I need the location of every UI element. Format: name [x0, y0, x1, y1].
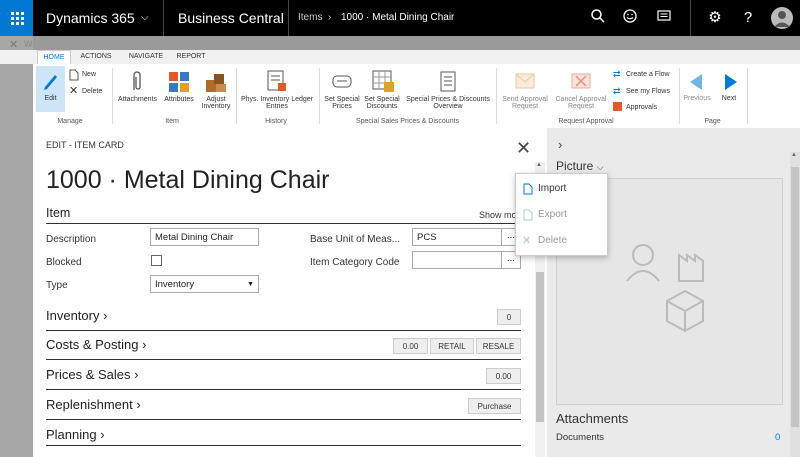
- factbox-collapse-chevron-icon[interactable]: ›: [558, 137, 562, 152]
- attachments-factbox-title: Attachments: [556, 411, 629, 426]
- picture-actions-menu: Import Export ✕ Delete: [515, 173, 608, 256]
- breadcrumb-items[interactable]: Items: [298, 0, 322, 36]
- picture-placeholder-icon: [626, 244, 704, 333]
- search-icon[interactable]: [588, 8, 608, 28]
- phys-inventory-ledger-entries-button[interactable]: Phys. Inventory Ledger Entries: [238, 70, 316, 110]
- send-approval-request-button[interactable]: Send Approval Request: [499, 70, 551, 110]
- smiley-feedback-icon[interactable]: [620, 8, 640, 28]
- export-icon: [523, 209, 533, 221]
- delete-button[interactable]: ✕ Delete: [69, 85, 107, 98]
- unit-price-cue[interactable]: 0.00: [486, 368, 521, 384]
- app-name[interactable]: Business Central: [178, 0, 284, 36]
- page-title: 1000 · Metal Dining Chair: [46, 166, 330, 194]
- group-manage-label: Manage: [57, 118, 83, 125]
- help-icon[interactable]: ?: [738, 8, 758, 28]
- flow-icon: ⇄: [613, 69, 621, 79]
- fasttab-costs-posting[interactable]: Costs & Posting ›: [46, 337, 146, 352]
- group-request-approval-label: Request Approval: [558, 118, 614, 125]
- menu-item-delete[interactable]: ✕ Delete: [516, 228, 607, 254]
- breadcrumb-current: 1000 · Metal Dining Chair: [341, 12, 455, 23]
- fasttab-inventory[interactable]: Inventory ›: [46, 308, 107, 323]
- picture-header[interactable]: Picture ⌵: [556, 159, 604, 173]
- fasttab-planning[interactable]: Planning ›: [46, 427, 105, 442]
- fasttab-prices-sales[interactable]: Prices & Sales ›: [46, 367, 139, 382]
- close-icon[interactable]: ✕: [516, 138, 531, 159]
- edit-button[interactable]: Edit: [36, 66, 65, 112]
- blocked-checkbox[interactable]: [151, 255, 162, 266]
- page-mode-label: EDIT - ITEM CARD: [46, 140, 124, 150]
- tab-navigate[interactable]: NAVIGATE: [124, 50, 168, 64]
- chevron-down-icon[interactable]: ⌵: [141, 0, 149, 36]
- documents-label: Documents: [556, 432, 605, 443]
- item-category-code-label: Item Category Code: [310, 257, 400, 268]
- top-bar: Dynamics 365 ⌵ Business Central Items › …: [0, 0, 800, 36]
- base-unit-of-measure-label: Base Unit of Meas...: [310, 234, 401, 245]
- description-label: Description: [46, 234, 97, 245]
- description-field[interactable]: Metal Dining Chair: [150, 228, 259, 246]
- documents-count[interactable]: 0: [775, 432, 780, 443]
- set-special-discounts-button[interactable]: Set Special Discounts: [362, 70, 402, 110]
- show-more-link[interactable]: Show more: [479, 210, 516, 220]
- app-launcher-icon[interactable]: [0, 0, 33, 36]
- set-special-prices-button[interactable]: Set Special Prices: [322, 70, 362, 110]
- adjust-inventory-button[interactable]: Adjust Inventory: [198, 70, 234, 110]
- unit-cost-cue[interactable]: 0.00: [393, 338, 428, 354]
- menu-item-import[interactable]: Import: [516, 176, 607, 202]
- delete-icon: ✕: [522, 235, 532, 247]
- gear-icon[interactable]: ⚙: [705, 8, 725, 28]
- special-prices-discounts-overview-button[interactable]: Special Prices & Discounts Overview: [403, 70, 493, 110]
- product-name[interactable]: Dynamics 365: [46, 0, 135, 36]
- inventory-posting-group-cue[interactable]: RESALE: [476, 338, 521, 354]
- create-a-flow-button[interactable]: ⇄ Create a Flow: [613, 69, 678, 80]
- type-select[interactable]: Inventory ▼: [150, 275, 259, 293]
- avatar[interactable]: [771, 7, 793, 29]
- chat-icon[interactable]: [654, 8, 674, 28]
- factbox-scrollbar-thumb[interactable]: [791, 167, 799, 427]
- section-item-header[interactable]: Item: [46, 206, 70, 220]
- approvals-button[interactable]: Approvals: [613, 102, 678, 113]
- section-divider: [46, 223, 516, 224]
- background-page-strip: ✕ W: [0, 36, 33, 457]
- import-icon: [523, 183, 533, 195]
- breadcrumb-separator-icon: ›: [328, 12, 332, 23]
- factbox-scrollbar[interactable]: ▲: [790, 152, 800, 457]
- type-label: Type: [46, 280, 68, 291]
- group-item-label: Item: [165, 118, 179, 125]
- blocked-label: Blocked: [46, 257, 82, 268]
- type-select-value: Inventory: [155, 279, 195, 290]
- attributes-button[interactable]: Attributes: [161, 70, 197, 110]
- card-scrollbar-thumb[interactable]: [536, 272, 544, 422]
- item-category-code-field[interactable]: [412, 251, 502, 269]
- new-button[interactable]: New: [69, 69, 101, 81]
- group-special-label: Special Sales Prices & Discounts: [355, 118, 460, 125]
- ribbon-tab-row: [0, 50, 800, 64]
- flow-list-icon: ⇄: [613, 86, 621, 96]
- tab-report[interactable]: REPORT: [174, 50, 208, 64]
- inventory-cue[interactable]: 0: [497, 309, 521, 325]
- group-history-label: History: [265, 118, 287, 125]
- approvals-icon: [613, 102, 622, 111]
- tab-home[interactable]: HOME: [37, 50, 71, 65]
- see-my-flows-button[interactable]: ⇄ See my Flows: [613, 86, 678, 97]
- gen-prod-posting-group-cue[interactable]: RETAIL: [430, 338, 474, 354]
- menu-item-export[interactable]: Export: [516, 202, 607, 228]
- tab-actions[interactable]: ACTIONS: [75, 50, 117, 64]
- dropdown-arrow-icon: ▼: [247, 281, 254, 288]
- next-button[interactable]: Next: [715, 70, 743, 110]
- delete-icon: ✕: [69, 85, 79, 97]
- previous-button[interactable]: Previous: [682, 70, 712, 110]
- fasttab-replenishment[interactable]: Replenishment ›: [46, 397, 141, 412]
- cancel-approval-request-button[interactable]: Cancel Approval Request: [552, 70, 610, 110]
- replenishment-system-cue[interactable]: Purchase: [468, 398, 521, 414]
- edit-button-label: Edit: [44, 95, 57, 102]
- group-page-label: Page: [704, 118, 721, 125]
- attachments-button[interactable]: Attachments: [115, 70, 160, 110]
- base-unit-of-measure-field[interactable]: PCS: [412, 228, 502, 246]
